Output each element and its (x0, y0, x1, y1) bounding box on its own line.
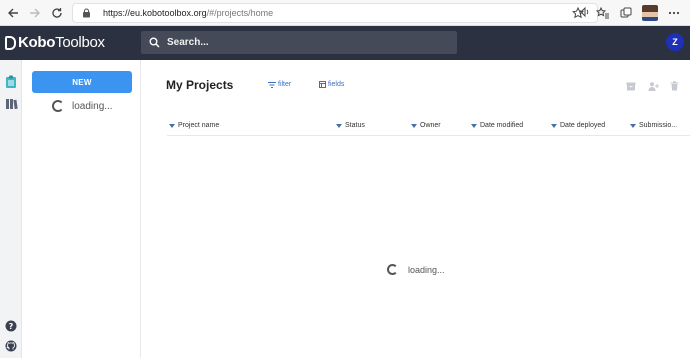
url-host: https://eu.kobotoolbox.org (103, 8, 207, 18)
search-placeholder: Search... (167, 37, 209, 48)
sort-arrow-icon (411, 123, 417, 128)
column-label: Owner (420, 122, 441, 129)
projects-clipboard-icon[interactable] (3, 74, 19, 90)
sort-arrow-icon (169, 123, 175, 128)
new-project-button[interactable]: NEW (32, 71, 132, 93)
url-path: /#/projects/home (206, 8, 274, 18)
column-owner[interactable]: Owner (411, 122, 441, 129)
column-label: Date deployed (560, 122, 606, 129)
loading-spinner-icon (387, 264, 398, 275)
user-avatar[interactable]: Z (666, 33, 684, 51)
filter-button[interactable]: filter (268, 81, 291, 88)
kobotoolbox-logo[interactable]: KoboToolbox (5, 34, 105, 51)
search-icon (149, 37, 161, 49)
column-status[interactable]: Status (336, 122, 365, 129)
fields-icon (319, 81, 326, 88)
more-menu-icon[interactable] (664, 3, 684, 23)
sidebar-loading-text: loading... (72, 100, 113, 112)
column-label: Project name (178, 122, 220, 129)
reload-icon[interactable] (46, 2, 68, 24)
sidebar-loading: loading... (52, 100, 113, 112)
collections-icon[interactable] (616, 3, 636, 23)
main-content: My Projects filter fields Project name S… (141, 60, 690, 358)
delete-trash-icon[interactable] (668, 80, 680, 92)
page-title: My Projects (166, 78, 234, 92)
browser-toolbar: https://eu.kobotoolbox.org/#/projects/ho… (0, 0, 690, 26)
archive-icon[interactable] (625, 80, 637, 92)
sort-arrow-icon (551, 123, 557, 128)
sort-arrow-icon (630, 123, 636, 128)
help-icon[interactable]: ? (3, 318, 19, 334)
filter-label: filter (278, 81, 292, 88)
main-loading-text: loading... (408, 264, 445, 275)
address-bar[interactable]: https://eu.kobotoolbox.org/#/projects/ho… (72, 3, 598, 23)
side-panel: NEW loading... (22, 60, 141, 358)
fields-button[interactable]: fields (319, 81, 344, 88)
profile-avatar[interactable] (640, 3, 660, 23)
column-label: Date modified (480, 122, 524, 129)
back-arrow-icon[interactable] (2, 2, 24, 24)
url-text: https://eu.kobotoolbox.org/#/projects/ho… (103, 8, 273, 18)
column-label: Submissio... (639, 122, 678, 129)
main-loading: loading... (387, 264, 445, 275)
svg-text:?: ? (9, 322, 14, 331)
favorite-star-icon[interactable] (568, 3, 588, 23)
logo-text-bold: Kobo (18, 34, 56, 51)
left-rail: ? (0, 60, 22, 358)
favorites-list-icon[interactable] (592, 3, 612, 23)
column-date-modified[interactable]: Date modified (471, 122, 523, 129)
column-submissions[interactable]: Submissio... (630, 122, 677, 129)
fields-label: fields (328, 81, 345, 88)
sort-arrow-icon (471, 123, 477, 128)
app-header: KoboToolbox Search... Z (0, 26, 690, 60)
search-input[interactable]: Search... (141, 31, 457, 54)
forward-arrow-icon[interactable] (24, 2, 46, 24)
column-label: Status (345, 122, 365, 129)
share-user-icon[interactable] (647, 80, 659, 92)
github-icon[interactable] (3, 338, 19, 354)
column-project-name[interactable]: Project name (169, 122, 219, 129)
logo-text-light: Toolbox (55, 34, 105, 51)
filter-icon (268, 81, 276, 88)
library-icon[interactable] (3, 96, 19, 112)
sort-arrow-icon (336, 123, 342, 128)
projects-table-header: Project name Status Owner Date modified … (167, 117, 690, 136)
logo-mark-icon (5, 35, 16, 50)
lock-icon[interactable] (79, 6, 93, 20)
loading-spinner-icon (52, 100, 64, 112)
column-date-deployed[interactable]: Date deployed (551, 122, 605, 129)
